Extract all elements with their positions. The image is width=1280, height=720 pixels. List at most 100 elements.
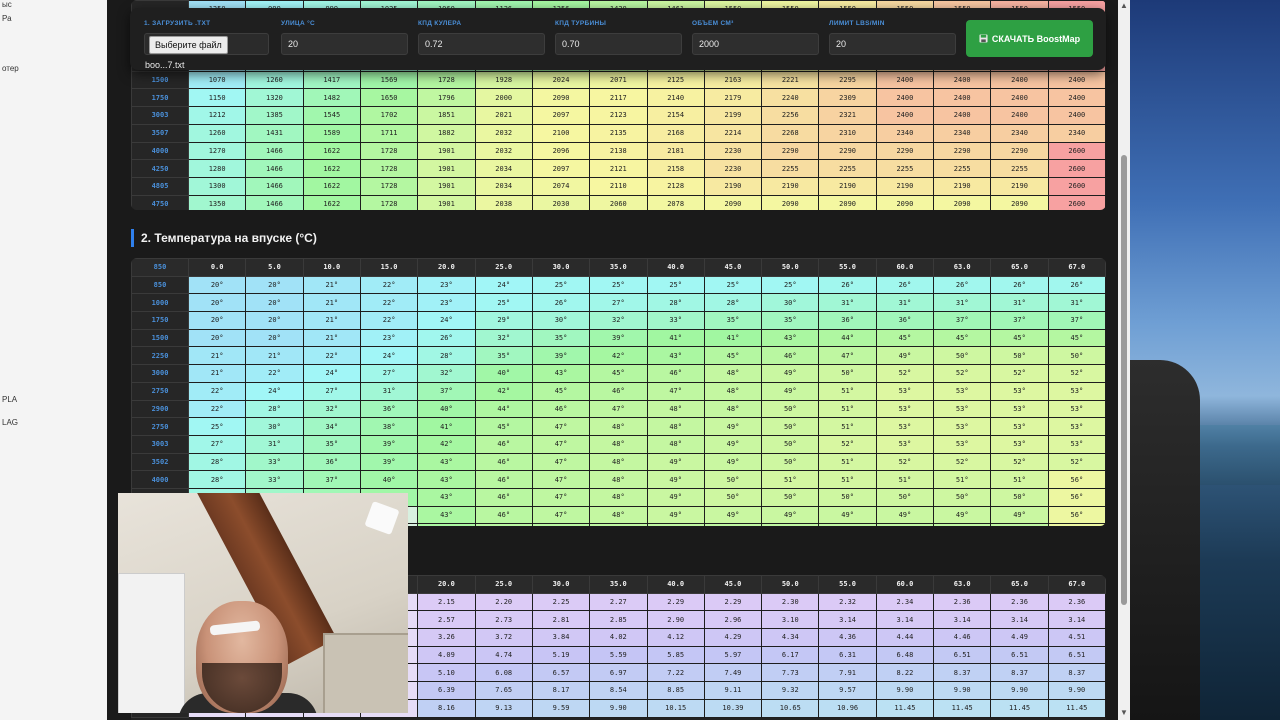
table-cell: 9.90	[933, 681, 992, 700]
table-cell: 22°	[302, 346, 361, 366]
table-cell: 49°	[933, 505, 992, 525]
table-cell: 2021	[474, 106, 533, 125]
intercooler-eff-field: КПД КУЛЕРА 0.72	[418, 20, 545, 55]
desktop-text-fragment: ыс	[2, 0, 12, 9]
table-cell: 48°	[646, 434, 705, 454]
table-cell: 45°	[875, 328, 935, 348]
street-temp-label: УЛИЦА °C	[281, 20, 315, 27]
table-cell: 2090	[531, 88, 591, 108]
table-cell: 2.34	[875, 592, 935, 612]
table-cell: 25°	[646, 275, 705, 295]
table-cell: 8.54	[589, 681, 648, 700]
download-boostmap-button[interactable]: СКАЧАТЬ BoostMap	[966, 20, 1093, 57]
table-cell: 48°	[589, 487, 648, 507]
displacement-input[interactable]: 2000	[692, 33, 819, 55]
column-header: 45.0	[703, 258, 763, 277]
table-cell: 49°	[703, 452, 763, 472]
table-cell: 47°	[875, 523, 935, 526]
table-cell: 2240	[761, 88, 820, 108]
table-cell: 25°	[474, 293, 533, 313]
table-cell: 2.85	[589, 610, 648, 630]
table-cell: 43°	[417, 470, 476, 489]
table-cell: 9.59	[531, 698, 591, 718]
table-row: 1750 20° 20° 21° 22° 24° 29° 30° 32° 33° 35° 35° 36°…	[131, 311, 1106, 330]
table-cell: 2199	[703, 106, 763, 125]
table-cell: 6.97	[589, 663, 648, 683]
table-cell: 1280	[187, 159, 247, 178]
table-cell: 2290	[933, 141, 992, 161]
table-cell: 51°	[818, 470, 877, 489]
page-scrollbar[interactable]: ▲ ▼	[1118, 0, 1130, 720]
table-cell: 2.29	[703, 592, 763, 612]
table-cell: 46°	[531, 399, 591, 419]
table-cell: 53°	[933, 399, 992, 419]
column-header: 40.0	[646, 575, 705, 594]
scrollbar-thumb[interactable]	[1121, 155, 1127, 605]
table-cell: 6.51	[1047, 645, 1106, 665]
table-row: 2900 22° 28° 32° 36° 40° 44° 46° 47° 48° 48° 50° 51°…	[131, 399, 1106, 419]
table-cell: 31°	[875, 293, 935, 313]
table-cell: 47°	[589, 399, 648, 419]
table-cell: 30°	[531, 311, 591, 330]
table-row: 1500 20° 20° 21° 23° 26° 32° 35° 39° 41° 41° 43° 44°…	[131, 328, 1106, 348]
table-cell: 1070	[187, 70, 247, 90]
scroll-up-icon[interactable]: ▲	[1120, 1, 1128, 10]
table-cell: 27°	[187, 434, 247, 454]
table-cell: 2290	[818, 141, 877, 161]
table-cell: 8.37	[990, 663, 1049, 683]
table-cell: 20°	[245, 293, 304, 313]
table-cell: 31°	[245, 434, 304, 454]
table-cell: 2255	[990, 159, 1049, 178]
table-cell: 45°	[531, 381, 591, 401]
table-row: 3003 27° 31° 35° 39° 42° 46° 47° 48° 48° 49° 50° 52°…	[131, 434, 1106, 454]
table-cell: 1728	[417, 70, 476, 90]
table-row: 3003 1212 1385 1545 1702 1851 2021 2097 2123 2154…	[131, 106, 1106, 125]
column-header: 35.0	[589, 575, 648, 594]
table-cell: 39°	[359, 434, 419, 454]
table-cell: 11.45	[875, 698, 935, 718]
table-cell: 3.14	[933, 610, 992, 630]
street-temp-input[interactable]: 20	[281, 33, 408, 55]
table-cell: 1589	[302, 123, 361, 143]
table-cell: 53°	[1047, 381, 1106, 401]
table-cell: 1350	[187, 194, 247, 210]
table-cell: 1711	[359, 123, 419, 143]
table-header-row: 850 0.0 5.0 10.0 15.0 20.0 25.0 30.0 35.0 40.0 45.…	[131, 258, 1106, 277]
turbo-eff-input[interactable]: 0.70	[555, 33, 682, 55]
table-cell: 21°	[187, 364, 247, 383]
table-cell: 2340	[1047, 123, 1106, 143]
table-cell: 56°	[1047, 470, 1106, 489]
table-cell: 2.15	[417, 592, 476, 612]
table-cell: 27°	[302, 381, 361, 401]
table-cell: 51°	[933, 470, 992, 489]
table-cell: 4.74	[474, 645, 533, 665]
table-cell: 33°	[245, 470, 304, 489]
table-cell: 2.29	[646, 592, 705, 612]
table-cell: 2090	[818, 194, 877, 210]
table-cell: 21°	[187, 346, 247, 366]
scroll-down-icon[interactable]: ▼	[1120, 708, 1128, 717]
table-cell: 2032	[474, 123, 533, 143]
table-cell: 56°	[1047, 487, 1106, 507]
flow-limit-input[interactable]: 20	[829, 33, 956, 55]
column-header: 60.0	[875, 575, 935, 594]
table-cell: 21°	[245, 346, 304, 366]
table-cell: 2071	[589, 70, 648, 90]
table-cell: 39°	[359, 452, 419, 472]
table-cell: 6.57	[531, 663, 591, 683]
table-row: 1750 1150 1320 1482 1650 1796 2000 2090 2117 2140…	[131, 88, 1106, 108]
table-cell: 1482	[302, 88, 361, 108]
table-cell: 23°	[417, 293, 476, 313]
choose-file-button[interactable]: Выберите файл	[149, 36, 228, 54]
intercooler-eff-input[interactable]: 0.72	[418, 33, 545, 55]
table-cell: 5.10	[417, 663, 476, 683]
table-cell: 2123	[589, 106, 648, 125]
table-cell: 2060	[589, 194, 648, 210]
table-cell: 2400	[875, 106, 935, 125]
table-cell: 1728	[359, 141, 419, 161]
table-cell: 47°	[531, 505, 591, 525]
table-cell: 1622	[302, 159, 361, 178]
table-cell: 31°	[990, 293, 1049, 313]
table-cell: 44°	[474, 399, 533, 419]
table-cell: 53°	[875, 434, 935, 454]
